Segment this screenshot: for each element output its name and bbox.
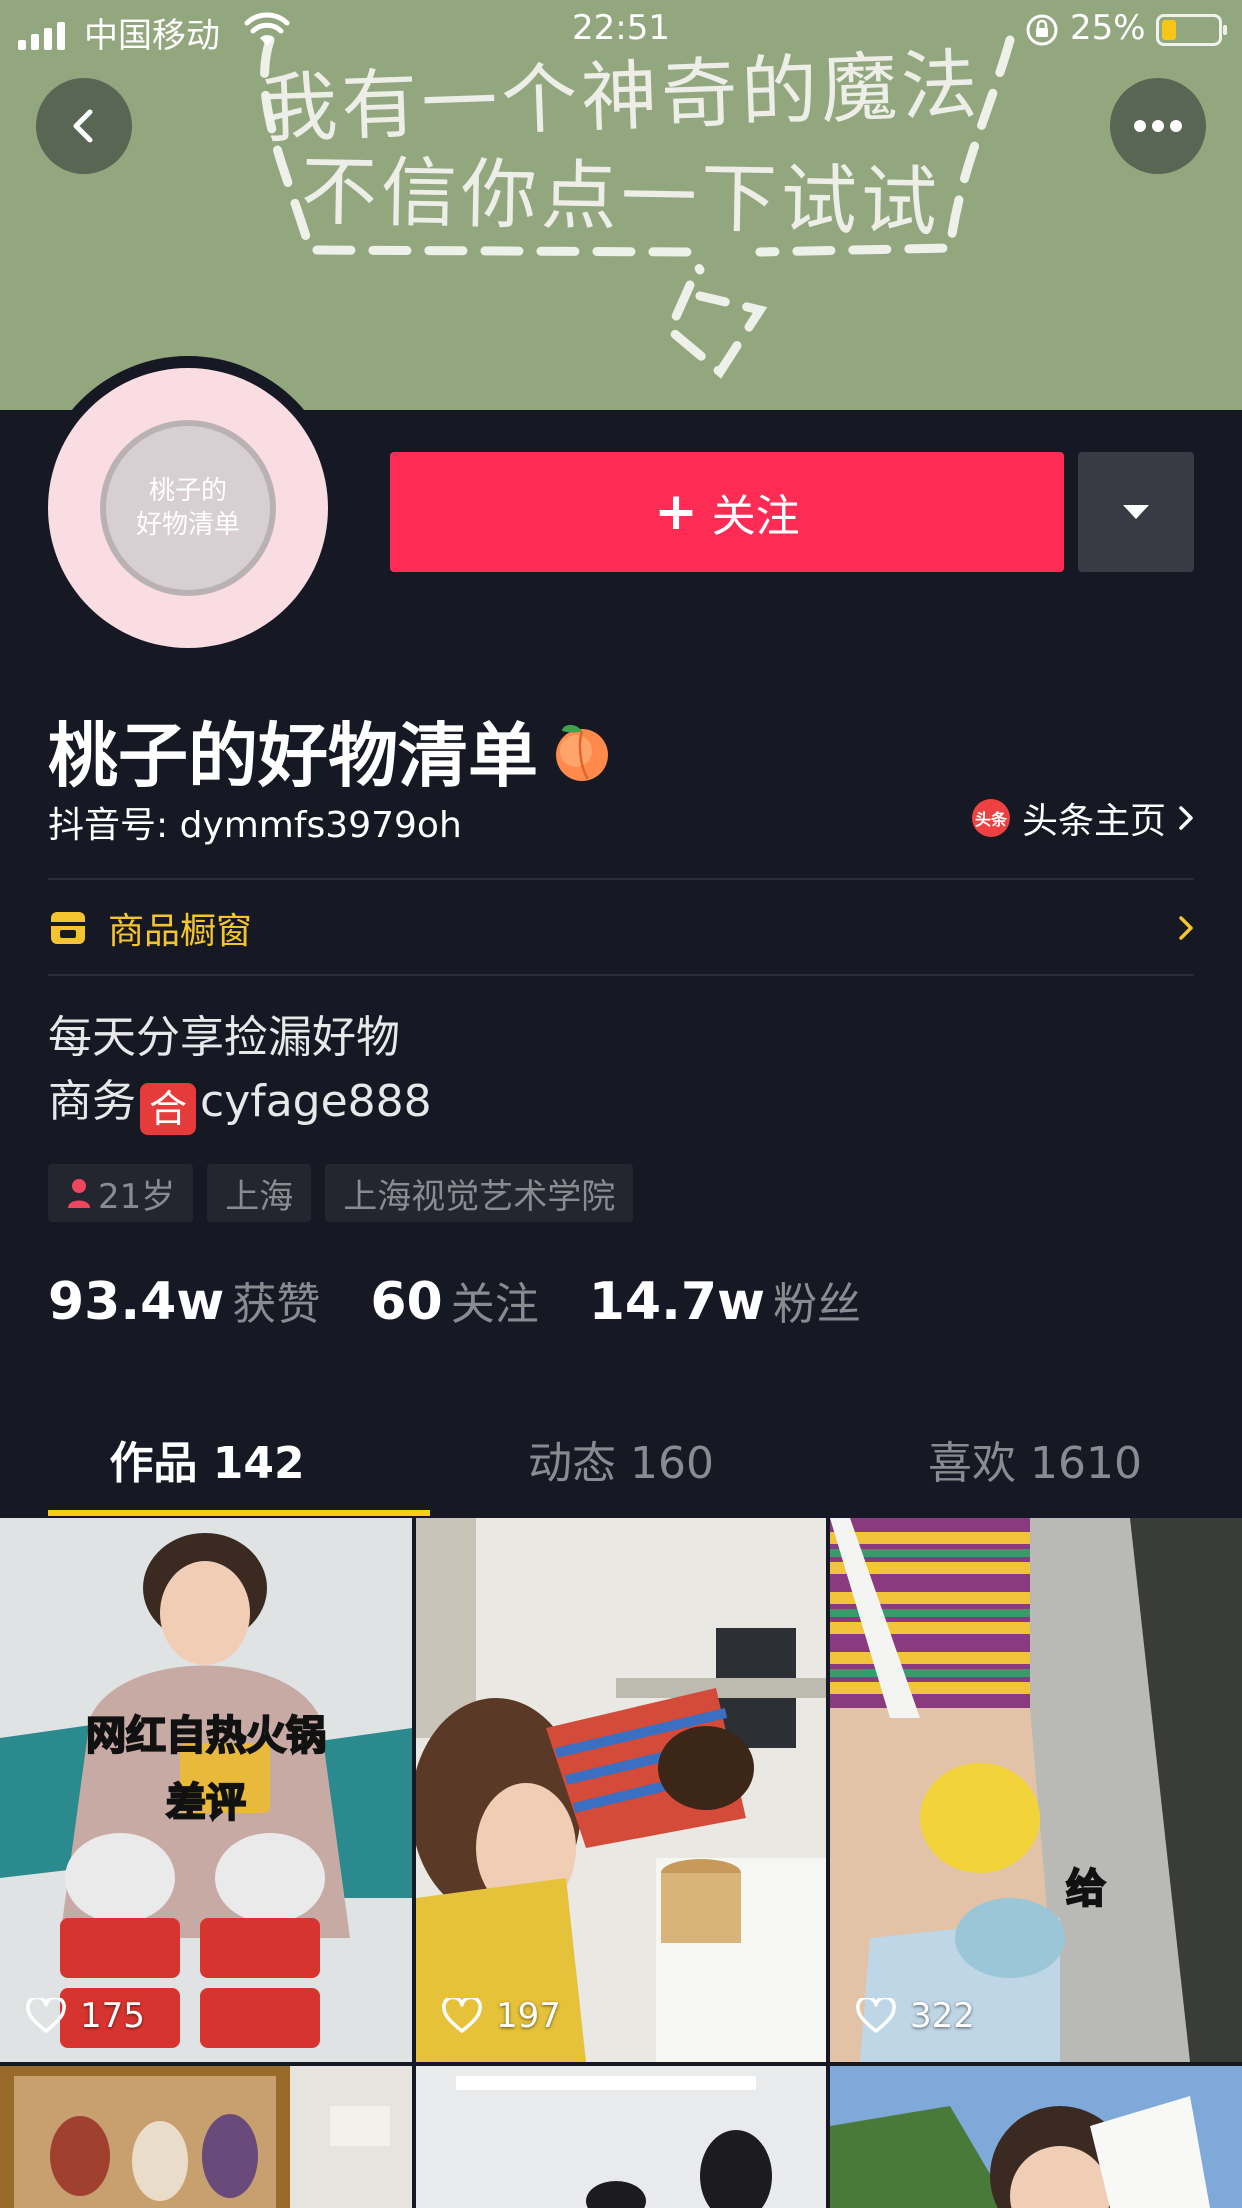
follow-button[interactable]: + 关注	[390, 452, 1064, 572]
battery-icon	[1156, 14, 1227, 46]
product-showcase-label: 商品橱窗	[108, 911, 253, 952]
stat-following-value: 60	[370, 1272, 443, 1332]
stat-followers-value: 14.7w	[588, 1272, 766, 1332]
more-options-button[interactable]	[1110, 78, 1206, 174]
video-thumbnail[interactable]: 197	[416, 1518, 826, 2062]
video-3-thumbnail-image	[830, 1518, 1242, 2062]
status-bar: 中国移动 22:51 25%	[0, 0, 1242, 60]
banner-text-line2: 不信你点一下试试	[300, 146, 942, 247]
toutiao-link-label: 头条主页	[1021, 801, 1166, 842]
tag-age-label: 21岁	[98, 1176, 176, 1217]
bio-contact: cyfage888	[200, 1076, 432, 1127]
tag-age: 21岁	[48, 1164, 194, 1222]
shop-icon	[51, 912, 85, 944]
avatar-text-line1: 桃子的	[148, 476, 227, 506]
tag-school-label: 上海视觉艺术学院	[343, 1176, 616, 1217]
avatar-text-line2: 好物清单	[135, 510, 240, 540]
profile-stats: 93.4w 获赞 60 关注 14.7w 粉丝	[48, 1268, 911, 1332]
stat-following[interactable]: 60 关注	[370, 1268, 538, 1332]
video-thumbnail[interactable]: 给 322	[830, 1518, 1242, 2062]
video-thumbnail[interactable]	[416, 2066, 826, 2208]
profile-banner[interactable]: 我有一个神奇的魔法 不信你点一下试试	[0, 0, 1242, 410]
product-showcase-row[interactable]: 商品橱窗	[48, 880, 1194, 976]
bio-line-2: 商务合 cyfage888	[48, 1070, 432, 1135]
stat-likes-value: 93.4w	[48, 1272, 225, 1332]
plus-icon: +	[654, 482, 698, 542]
video-thumbnail[interactable]	[830, 2066, 1242, 2208]
stat-followers-label: 粉丝	[773, 1279, 862, 1330]
stat-followers[interactable]: 14.7w 粉丝	[589, 1268, 861, 1332]
video-likes-count: 322	[910, 1996, 975, 2036]
stat-likes-label: 获赞	[232, 1279, 321, 1330]
bio-business-label: 商务	[48, 1076, 136, 1127]
heart-outline-icon	[442, 1998, 482, 2033]
bio-line-1: 每天分享捡漏好物	[48, 1012, 400, 1063]
peach-emoji-icon	[556, 724, 608, 781]
chevron-right-icon	[1179, 916, 1193, 940]
follow-button-label: 关注	[711, 491, 800, 542]
cooperation-emoji-icon: 合	[140, 1083, 196, 1135]
tab-liked[interactable]: 喜欢 1610	[828, 1400, 1242, 1518]
video-likes: 322	[856, 1996, 975, 2036]
video-3-caption: 给	[1065, 1865, 1107, 1913]
video-likes-count: 197	[496, 1996, 561, 2036]
video-6-thumbnail-image	[830, 2066, 1242, 2208]
profile-nickname-row: 桃子的好物清单	[48, 700, 616, 801]
battery-level-fill	[1162, 20, 1176, 40]
video-likes: 175	[26, 1996, 145, 2036]
battery-percentage: 25%	[1070, 8, 1146, 48]
video-thumbnail[interactable]	[0, 2066, 412, 2208]
profile-bio: 每天分享捡漏好物 商务合 cyfage888	[48, 1006, 432, 1135]
video-4-thumbnail-image	[0, 2066, 412, 2208]
active-tab-indicator	[48, 1510, 430, 1516]
back-button[interactable]	[36, 78, 132, 174]
avatar-image: 桃子的 好物清单	[100, 420, 276, 596]
video-1-caption-line1: 网红自热火锅	[85, 1712, 327, 1760]
more-horizontal-icon	[1134, 120, 1182, 132]
profile-nickname: 桃子的好物清单	[48, 715, 538, 797]
tag-location: 上海	[207, 1164, 312, 1222]
chevron-right-icon	[1179, 806, 1193, 830]
video-likes-count: 175	[80, 1996, 145, 2036]
video-5-thumbnail-image	[416, 2066, 826, 2208]
chevron-left-icon	[73, 109, 93, 143]
tab-works[interactable]: 作品 142	[0, 1400, 414, 1518]
tab-posts[interactable]: 动态 160	[414, 1400, 828, 1518]
orientation-lock-icon	[1026, 14, 1058, 46]
divider	[48, 974, 1194, 976]
video-1-caption-line2: 差评	[165, 1779, 247, 1827]
tag-location-label: 上海	[225, 1176, 294, 1217]
heart-outline-icon	[26, 1998, 66, 2033]
douyin-id: 抖音号: dymmfs3979oh	[48, 805, 462, 846]
tag-school: 上海视觉艺术学院	[325, 1164, 634, 1222]
video-thumbnail[interactable]: 网红自热火锅 差评 175	[0, 1518, 412, 2062]
video-likes: 197	[442, 1996, 561, 2036]
avatar[interactable]: 桃子的 好物清单	[48, 368, 328, 648]
stat-likes[interactable]: 93.4w 获赞	[48, 1268, 320, 1332]
profile-tabs: 作品 142 动态 160 喜欢 1610	[0, 1400, 1242, 1518]
stat-following-label: 关注	[450, 1279, 539, 1330]
heart-outline-icon	[856, 1998, 896, 2033]
female-user-icon	[68, 1179, 90, 1208]
video-2-thumbnail-image	[416, 1518, 826, 2062]
recommend-dropdown-button[interactable]	[1078, 452, 1194, 572]
toutiao-logo-icon: 头条	[971, 799, 1010, 837]
caret-down-icon	[1123, 505, 1149, 519]
toutiao-homepage-link[interactable]: 头条 头条主页	[971, 792, 1194, 844]
profile-tags: 21岁 上海 上海视觉艺术学院	[48, 1164, 634, 1222]
